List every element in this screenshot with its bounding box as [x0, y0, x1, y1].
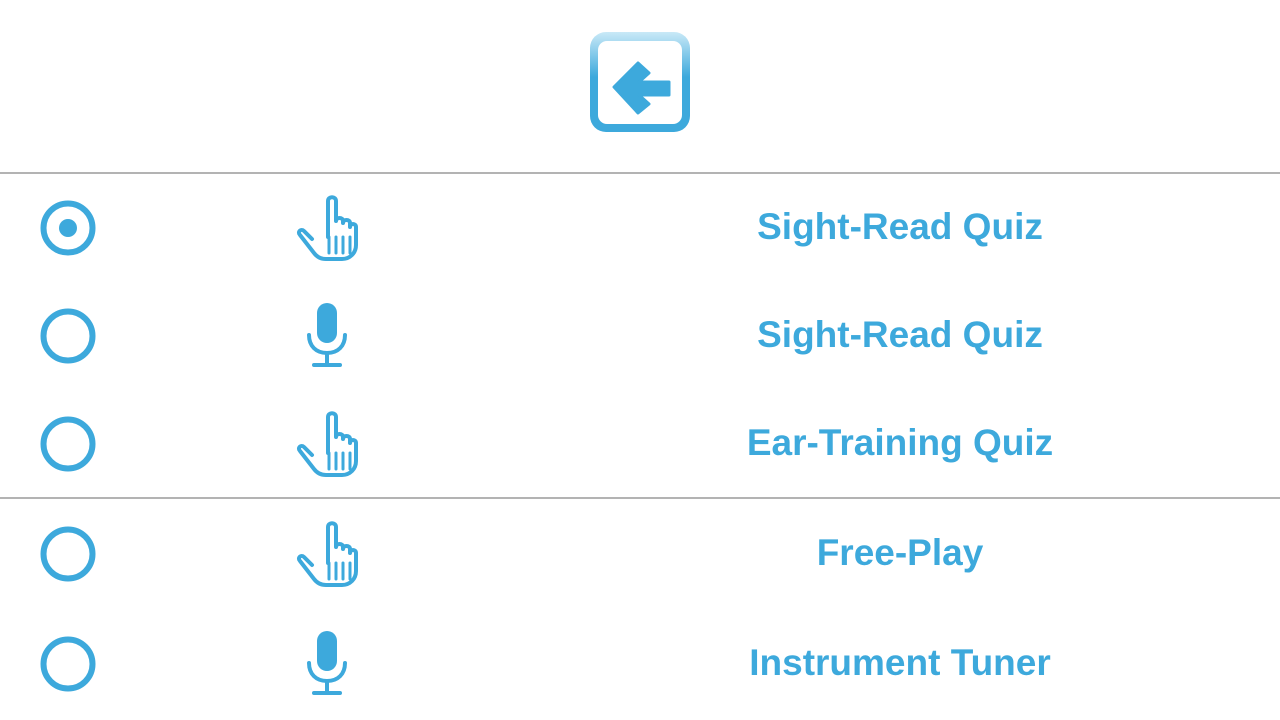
mode-select-screen: Sight-Read Quiz Sight-Read Quiz Ear-Trai… — [0, 0, 1280, 720]
arrow-left-square-icon — [590, 32, 690, 132]
mode-row-free-play[interactable]: Free-Play — [0, 499, 1280, 607]
back-button[interactable] — [590, 32, 690, 132]
radio-selected-icon[interactable] — [40, 200, 96, 256]
mode-label: Instrument Tuner — [749, 642, 1051, 683]
mode-row-ear-training[interactable]: Ear-Training Quiz — [0, 389, 1280, 497]
mode-row-instrument-tuner[interactable]: Instrument Tuner — [0, 609, 1280, 717]
hand-pointer-icon — [296, 195, 358, 261]
mode-label: Free-Play — [816, 532, 984, 573]
radio-unselected-icon[interactable] — [40, 526, 96, 582]
mode-label: Ear-Training Quiz — [746, 422, 1054, 463]
header — [0, 0, 1280, 172]
mode-label: Sight-Read Quiz — [757, 206, 1043, 247]
radio-unselected-icon[interactable] — [40, 308, 96, 364]
hand-pointer-icon — [296, 411, 358, 477]
mode-row-sight-read-touch[interactable]: Sight-Read Quiz — [0, 173, 1280, 281]
microphone-icon — [307, 303, 347, 367]
mode-row-sight-read-mic[interactable]: Sight-Read Quiz — [0, 281, 1280, 389]
mode-label: Sight-Read Quiz — [757, 314, 1043, 355]
hand-pointer-icon — [296, 521, 358, 587]
radio-unselected-icon[interactable] — [40, 416, 96, 472]
microphone-icon — [307, 631, 347, 695]
radio-unselected-icon[interactable] — [40, 636, 96, 692]
